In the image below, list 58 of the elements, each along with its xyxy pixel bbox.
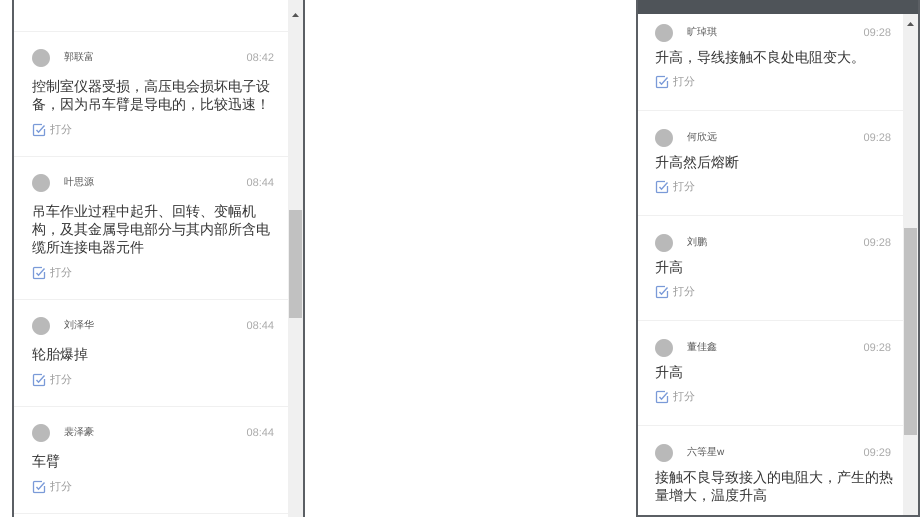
comment-text: 控制室仪器受损，高压电会损坏电子设备，因为吊车臂是导电的，比较迅速！ [32,77,271,113]
user-name: 董佳鑫 [687,343,717,353]
user-name: 何欣远 [687,133,717,143]
rate-link[interactable]: 打分 [32,372,72,388]
rate-icon [32,480,46,494]
rate-icon [655,75,669,89]
avatar [655,24,673,42]
comment-text: 升高，导线接触不良处电阻变大。 [655,48,866,66]
user-name: 刘鹏 [687,238,707,248]
post-time: 08:44 [246,178,274,188]
rate-link[interactable]: 打分 [32,265,72,281]
scroll-up-icon[interactable] [907,22,914,26]
avatar [655,234,673,252]
avatar [655,339,673,357]
rate-link[interactable]: 打分 [655,74,695,90]
user-name: 裴泽豪 [64,428,94,438]
avatar [655,129,673,147]
user-name: 刘泽华 [64,321,94,331]
comment-text: 升高 [655,363,684,381]
comment-text: 升高 [655,258,684,276]
post-time: 09:28 [863,132,891,144]
post-time: 09:28 [863,342,891,354]
post-time: 08:42 [246,52,274,64]
scrollbar[interactable] [903,14,918,515]
avatar [32,424,50,442]
rate-link[interactable]: 打分 [32,122,72,138]
rate-icon [32,266,46,280]
avatar [655,444,673,462]
comment-text: 升高然后熔断 [655,153,740,171]
post-time: 08:44 [246,428,274,438]
comment-text: 车臂 [32,452,61,470]
rate-link[interactable]: 打分 [655,389,695,405]
avatar [32,317,50,335]
user-name: 旷琸琪 [687,28,717,38]
avatar [32,174,50,192]
post-time: 08:44 [246,320,274,332]
comment-text: 吊车作业过程中起升、回转、变幅机构，及其金属导电部分与其内部所含电缆所连接电器元件 [32,202,271,256]
post-time: 09:28 [863,238,891,248]
post-time: 09:28 [863,28,891,38]
rate-link[interactable]: 打分 [32,479,72,495]
rate-icon [655,285,669,299]
avatar [32,49,50,67]
user-name: 六等星w [687,448,724,458]
rate-icon [655,390,669,404]
rate-icon [32,123,46,137]
user-name: 郭联富 [64,53,94,63]
comment-text: 轮胎爆掉 [32,345,89,363]
scrollbar-thumb[interactable] [289,210,302,318]
scroll-up-icon[interactable] [292,13,299,17]
user-name: 叶思源 [64,178,94,188]
rate-link[interactable]: 打分 [655,284,695,300]
scrollbar-thumb[interactable] [904,228,917,435]
scrollbar[interactable] [288,0,303,517]
comment-text: 接触不良导致接入的电阻大，产生的热量增大，温度升高 [655,468,894,504]
rate-link[interactable]: 打分 [655,179,695,195]
rate-icon [32,373,46,387]
rate-icon [655,180,669,194]
post-time: 09:29 [863,448,891,458]
